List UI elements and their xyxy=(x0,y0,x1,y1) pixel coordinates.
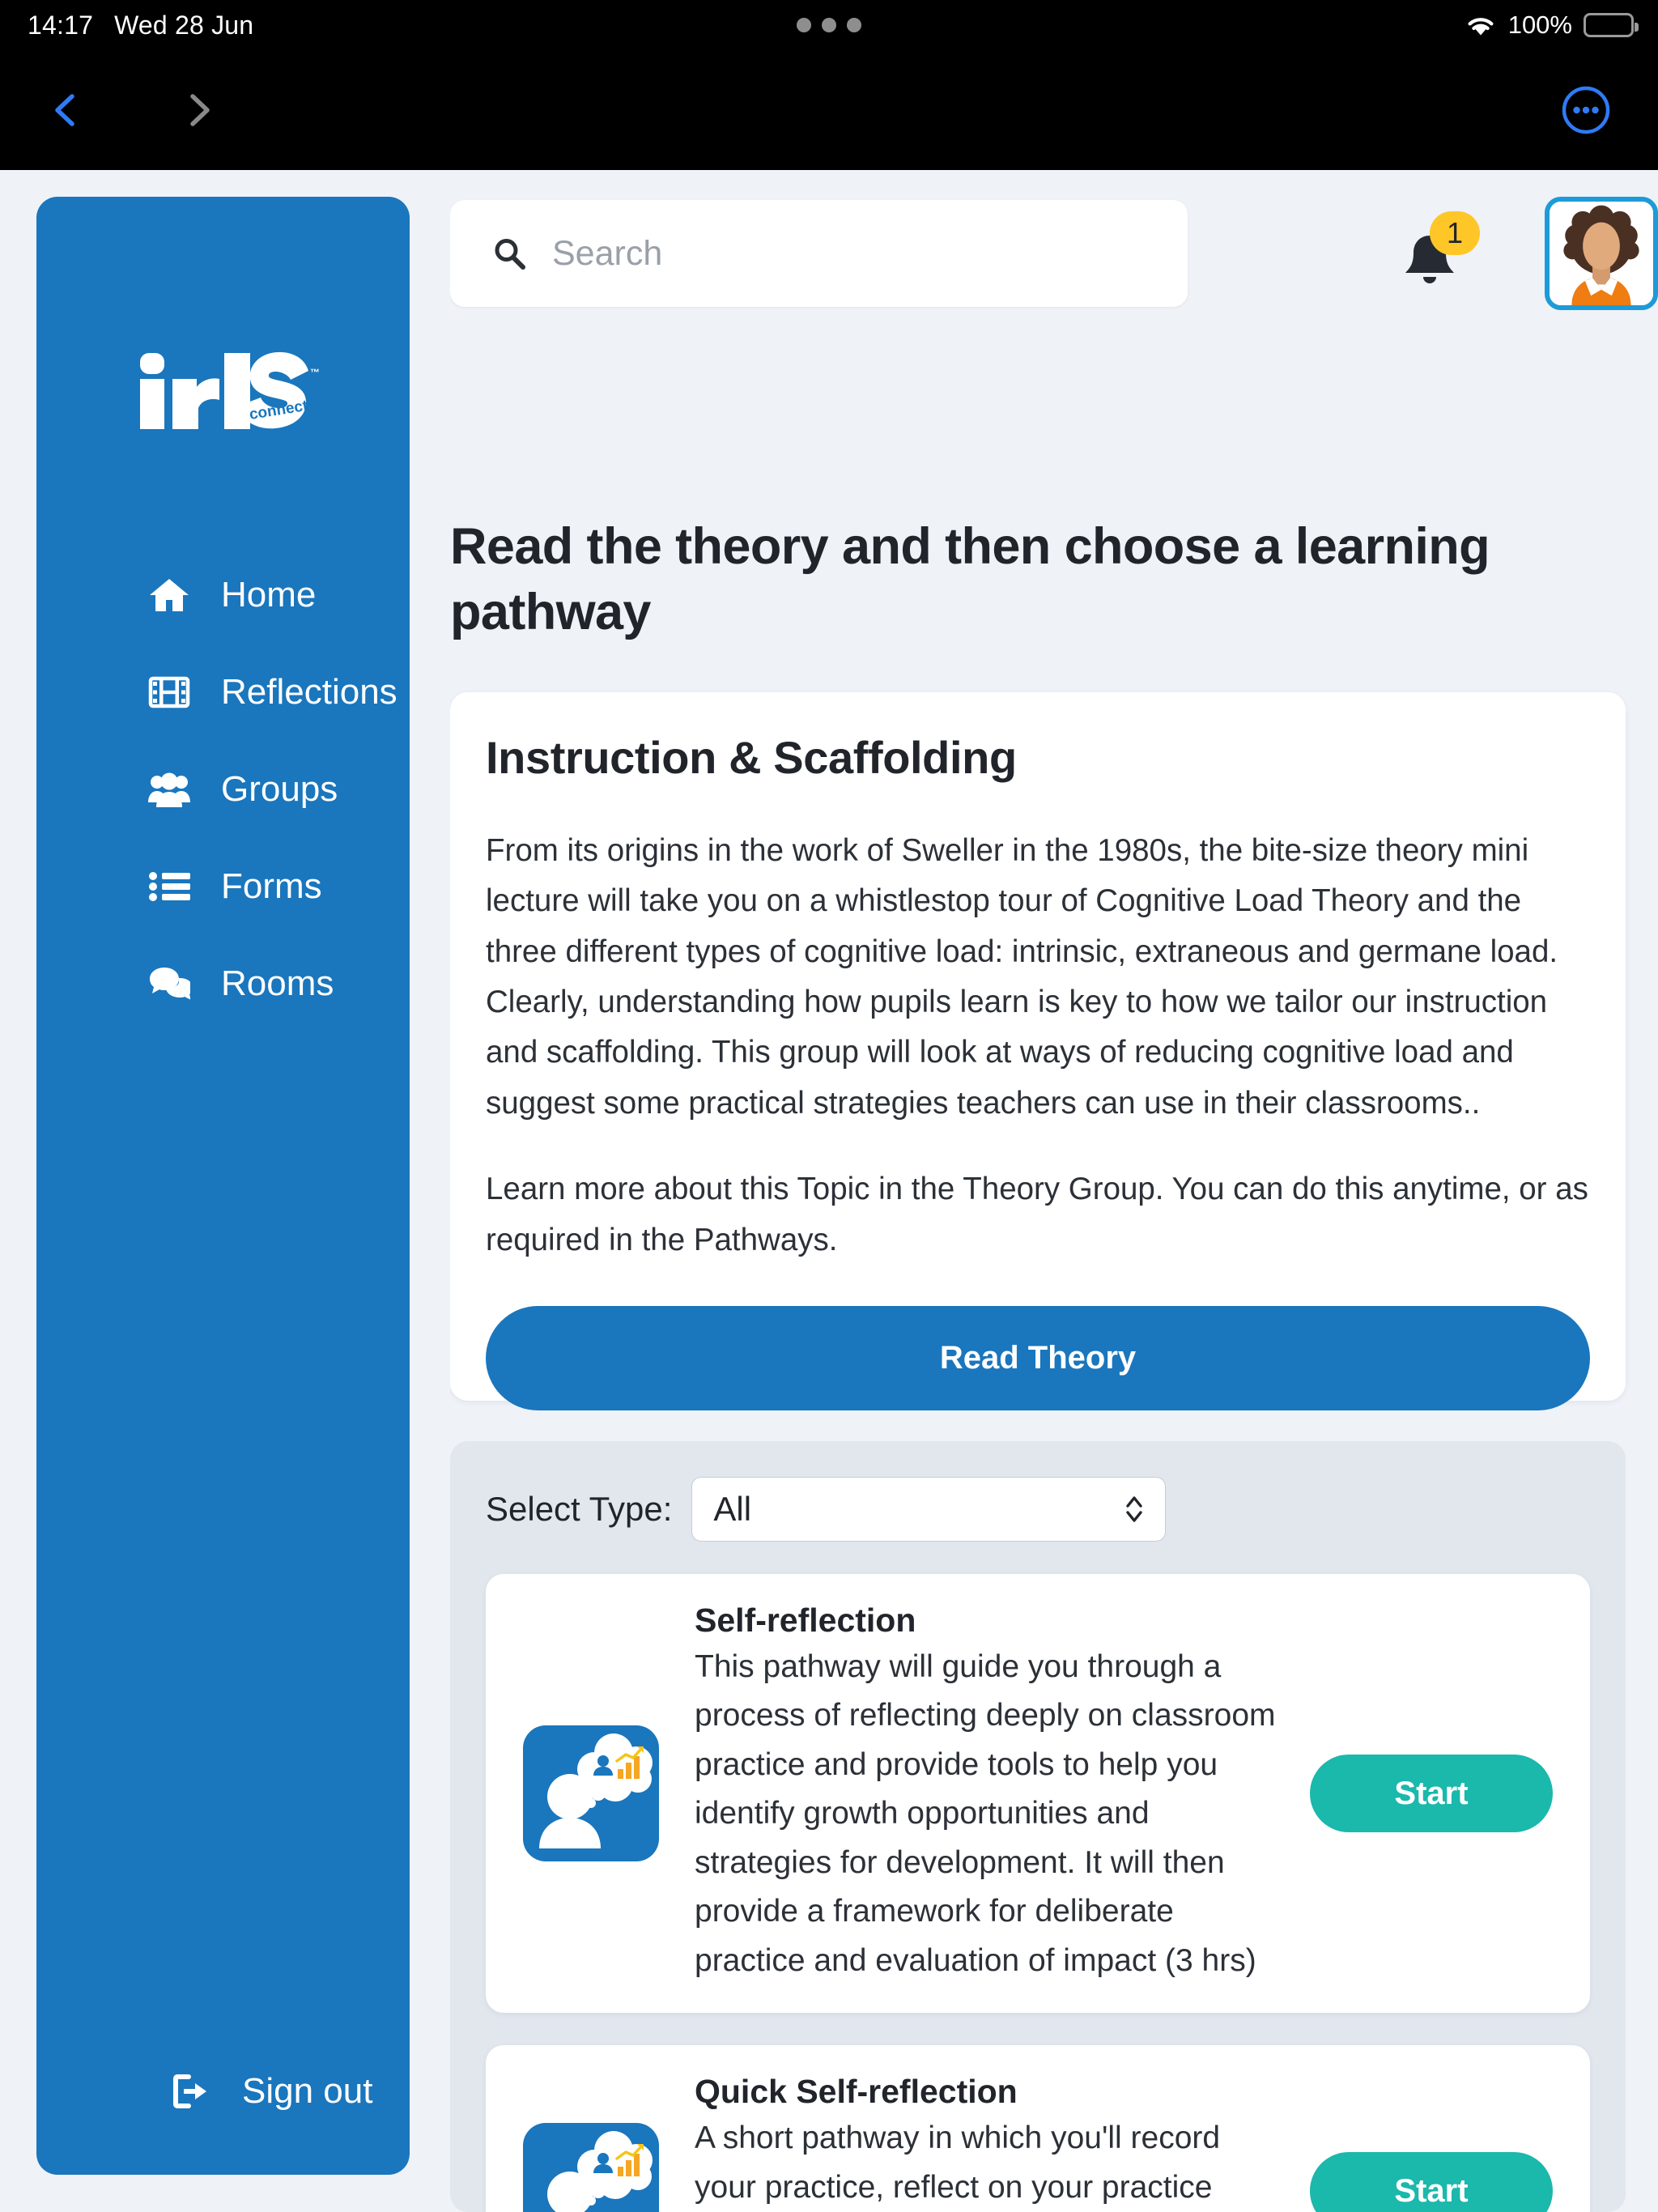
battery-icon xyxy=(1584,13,1639,37)
chevron-up-down-icon xyxy=(1123,1491,1146,1527)
svg-text:™: ™ xyxy=(310,367,320,378)
pathway-name: Self-reflection xyxy=(695,1602,916,1639)
sidebar-item-label: Rooms xyxy=(221,963,334,1003)
read-theory-button[interactable]: Read Theory xyxy=(486,1305,1590,1410)
list-icon xyxy=(148,866,190,908)
sidebar-item-label: Home xyxy=(221,575,317,615)
sidebar-item-home[interactable]: Home xyxy=(36,547,410,644)
sidebar-item-label: Forms xyxy=(221,866,322,906)
home-icon xyxy=(148,574,190,616)
pathway-action: Start xyxy=(1310,1755,1553,1833)
nav-arrow-group xyxy=(47,91,217,129)
notifications-button[interactable]: 1 xyxy=(1401,211,1480,292)
more-circle-icon[interactable] xyxy=(1561,85,1611,135)
reflection-thought-bubble-icon xyxy=(520,1722,662,1865)
reflection-thought-bubble-icon xyxy=(520,2120,662,2212)
select-type-row: Select Type: All xyxy=(486,1477,1590,1542)
pathway-name: Quick Self-reflection xyxy=(695,2073,1018,2111)
sidebar-item-forms[interactable]: Forms xyxy=(36,838,410,935)
start-button[interactable]: Start xyxy=(1310,1755,1553,1833)
page-title: Read the theory and then choose a learni… xyxy=(450,518,1490,640)
ios-status-bar: 14:17 Wed 28 Jun 100% xyxy=(0,0,1658,50)
sidebar-nav-list: Home Reflections Groups Forms Rooms xyxy=(36,547,410,1032)
chevron-right-icon xyxy=(180,91,217,129)
three-dots-indicator-icon xyxy=(797,18,861,32)
theory-card-paragraph: From its origins in the work of Sweller … xyxy=(486,833,1558,1121)
select-type-value: All xyxy=(713,1490,752,1528)
notification-badge: 1 xyxy=(1430,211,1480,255)
theory-card-paragraph: Learn more about this Topic in the Theor… xyxy=(486,1172,1588,1257)
status-bar-time: 14:17 xyxy=(28,10,94,40)
sign-out-label: Sign out xyxy=(242,2071,373,2111)
search-icon xyxy=(492,236,526,270)
main-content: Search 1 Read the theory and then choose… xyxy=(450,170,1658,2212)
sidebar: connect ™ Home Reflections Groups Forms … xyxy=(36,197,410,2175)
wifi-icon xyxy=(1465,13,1497,37)
theory-card: Instruction & Scaffolding From its origi… xyxy=(450,692,1626,1410)
people-group-icon xyxy=(148,768,190,810)
sidebar-item-label: Groups xyxy=(221,769,338,809)
select-type-dropdown[interactable]: All xyxy=(691,1477,1167,1542)
pathway-card-body: Self-reflection This pathway will guide … xyxy=(695,1602,1278,1985)
pathway-action: Start xyxy=(1310,2152,1553,2212)
pathway-description: This pathway will guide you through a pr… xyxy=(695,1649,1276,1978)
status-bar-left: 14:17 Wed 28 Jun xyxy=(28,11,253,40)
pathway-panel: Select Type: All Self-reflection This pa… xyxy=(450,1441,1626,2212)
pathway-card[interactable]: Self-reflection This pathway will guide … xyxy=(486,1574,1590,2014)
status-bar-date: Wed 28 Jun xyxy=(114,10,254,40)
status-bar-right: 100% xyxy=(1465,11,1639,40)
browser-nav-bar xyxy=(0,50,1658,170)
sidebar-item-label: Reflections xyxy=(221,672,397,712)
search-input[interactable]: Search xyxy=(450,200,1188,307)
film-strip-icon xyxy=(148,671,190,713)
status-bar-battery-percent: 100% xyxy=(1507,11,1572,39)
sidebar-item-groups[interactable]: Groups xyxy=(36,741,410,838)
sidebar-item-rooms[interactable]: Rooms xyxy=(36,935,410,1032)
pathway-card[interactable]: Quick Self-reflection A short pathway in… xyxy=(486,2045,1590,2212)
search-placeholder: Search xyxy=(552,233,663,273)
top-bar: Search 1 xyxy=(450,193,1658,314)
pathway-card-body: Quick Self-reflection A short pathway in… xyxy=(695,2073,1278,2212)
sign-out-button[interactable]: Sign out xyxy=(36,2071,410,2112)
theory-card-title: Instruction & Scaffolding xyxy=(486,732,1017,783)
iris-connect-logo[interactable]: connect ™ xyxy=(36,328,410,449)
avatar[interactable] xyxy=(1545,197,1658,310)
start-button[interactable]: Start xyxy=(1310,2152,1553,2212)
chat-bubbles-icon xyxy=(148,963,190,1005)
chevron-left-icon[interactable] xyxy=(47,91,84,129)
select-type-label: Select Type: xyxy=(486,1490,673,1528)
app-viewport: connect ™ Home Reflections Groups Forms … xyxy=(0,170,1658,2212)
sign-out-icon xyxy=(172,2074,215,2109)
sidebar-item-reflections[interactable]: Reflections xyxy=(36,644,410,741)
pathway-description: A short pathway in which you'll record y… xyxy=(695,2121,1221,2205)
